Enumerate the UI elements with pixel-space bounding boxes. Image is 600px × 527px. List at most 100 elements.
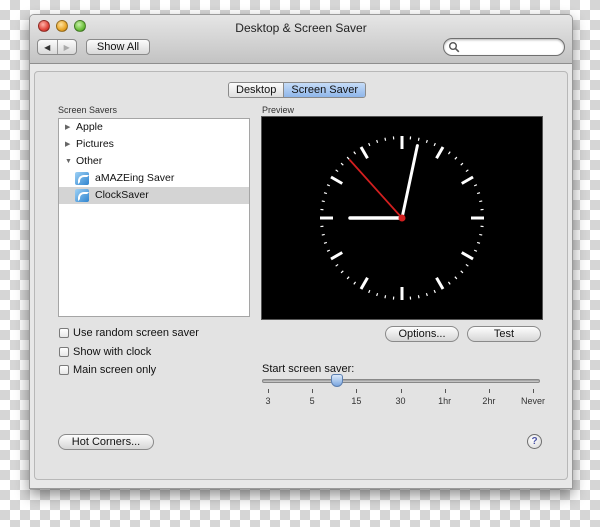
- slider-tick-label: 2hr: [482, 396, 496, 406]
- hot-corners-button[interactable]: Hot Corners...: [58, 434, 154, 450]
- test-button[interactable]: Test: [467, 326, 541, 342]
- minute-tick: [473, 249, 478, 252]
- minute-tick: [340, 162, 344, 166]
- slider-tick: [268, 389, 269, 393]
- list-item-label: Pictures: [76, 138, 114, 150]
- slider-tick-label: 30: [395, 396, 406, 406]
- slider-tick-label: 3: [265, 396, 271, 406]
- hour-tick: [330, 175, 343, 185]
- minute-tick: [368, 142, 371, 147]
- list-item-amazeing-saver[interactable]: aMAZEing Saver: [59, 170, 249, 187]
- tab-desktop[interactable]: Desktop: [229, 83, 284, 97]
- back-icon[interactable]: ◀: [38, 40, 57, 54]
- list-item-label: Apple: [76, 121, 103, 133]
- checkbox-box[interactable]: [59, 328, 69, 338]
- checkbox-box[interactable]: [59, 365, 69, 375]
- disclosure-triangle-icon[interactable]: ▼: [65, 153, 73, 170]
- minute-tick: [335, 169, 339, 173]
- random-screen-saver-checkbox[interactable]: Use random screen saver: [59, 327, 199, 339]
- minute-tick: [376, 292, 379, 297]
- minute-tick: [417, 137, 420, 141]
- list-item-other[interactable]: ▼ Other: [59, 153, 249, 170]
- show-with-clock-checkbox[interactable]: Show with clock: [59, 346, 151, 358]
- minute-tick: [476, 241, 481, 244]
- minute-tick: [460, 162, 464, 166]
- slider-tick-label: 15: [351, 396, 362, 406]
- options-button[interactable]: Options...: [385, 326, 459, 342]
- back-forward-control: ◀ ▶: [37, 39, 77, 55]
- main-screen-only-checkbox[interactable]: Main screen only: [59, 364, 156, 376]
- show-all-button[interactable]: Show All: [86, 39, 150, 55]
- search-input[interactable]: [462, 40, 558, 54]
- disclosure-triangle-icon[interactable]: ▶: [65, 136, 73, 153]
- checkbox-label: Show with clock: [73, 346, 152, 358]
- list-item-label: aMAZEing Saver: [95, 172, 175, 184]
- slider-knob[interactable]: [330, 374, 343, 387]
- minute-tick: [346, 156, 350, 160]
- title-bar[interactable]: Desktop & Screen Saver ◀ ▶ Show All: [30, 15, 572, 64]
- minute-tick: [425, 292, 428, 297]
- preview-heading: Preview: [262, 105, 295, 115]
- screen-saver-list[interactable]: ▶ Apple ▶ Pictures ▼ Other aMAZEing Save…: [58, 118, 250, 317]
- minute-tick: [417, 295, 420, 299]
- help-button[interactable]: ?: [527, 434, 542, 449]
- list-item-clocksaver[interactable]: ClockSaver: [59, 187, 249, 204]
- list-item-pictures[interactable]: ▶ Pictures: [59, 136, 249, 153]
- list-item-apple[interactable]: ▶ Apple: [59, 119, 249, 136]
- clock-face: [320, 136, 484, 300]
- tab-control: Desktop Screen Saver: [228, 82, 367, 98]
- minute-tick: [460, 270, 464, 274]
- minute-tick: [447, 281, 451, 285]
- disclosure-triangle-icon[interactable]: ▶: [65, 119, 73, 136]
- screen-savers-heading: Screen Savers: [58, 105, 118, 115]
- minute-tick: [433, 289, 436, 294]
- start-screen-saver-slider-track[interactable]: [262, 379, 540, 383]
- preferences-window: Desktop & Screen Saver ◀ ▶ Show All Desk…: [29, 14, 573, 489]
- checkbox-label: Use random screen saver: [73, 327, 199, 339]
- minute-tick: [326, 249, 331, 252]
- minute-tick: [321, 200, 325, 203]
- minute-tick: [368, 289, 371, 294]
- minute-tick: [425, 139, 428, 144]
- search-field[interactable]: [443, 38, 565, 56]
- preview-area: [261, 116, 543, 320]
- slider-tick: [356, 389, 358, 393]
- forward-icon[interactable]: ▶: [56, 40, 77, 54]
- minute-tick: [447, 151, 451, 155]
- hour-tick: [359, 146, 369, 159]
- minute-tick: [376, 139, 379, 144]
- screen-saver-icon: [75, 189, 89, 202]
- clock-center: [398, 214, 406, 222]
- minute-tick: [321, 233, 325, 236]
- second-hand: [348, 159, 403, 219]
- hour-tick: [461, 251, 474, 261]
- slider-tick: [533, 389, 534, 393]
- hour-tick: [359, 277, 369, 290]
- minute-tick: [346, 276, 350, 280]
- minute-tick: [479, 200, 483, 203]
- minute-tick: [323, 192, 328, 195]
- slider-tick: [488, 389, 490, 393]
- minute-tick: [353, 281, 357, 285]
- slider-tick: [312, 389, 314, 393]
- minute-tick: [384, 137, 387, 141]
- minute-tick: [335, 263, 339, 267]
- search-icon: [449, 42, 460, 53]
- slider-tick-label: 1hr: [438, 396, 452, 406]
- checkbox-label: Main screen only: [73, 364, 157, 376]
- minute-tick: [384, 295, 387, 299]
- minute-tick: [353, 151, 357, 155]
- minute-tick: [454, 156, 458, 160]
- tab-screen-saver[interactable]: Screen Saver: [283, 83, 366, 97]
- minute-tick: [433, 142, 436, 147]
- list-item-label: Other: [76, 155, 103, 167]
- minute-hand: [400, 144, 419, 220]
- hour-tick: [461, 175, 474, 185]
- minute-tick: [326, 184, 331, 187]
- minute-tick: [473, 184, 478, 187]
- hour-tick: [435, 146, 445, 159]
- checkbox-box[interactable]: [59, 347, 69, 357]
- window-title: Desktop & Screen Saver: [235, 21, 367, 35]
- slider-tick: [400, 389, 402, 393]
- minute-tick: [323, 241, 328, 244]
